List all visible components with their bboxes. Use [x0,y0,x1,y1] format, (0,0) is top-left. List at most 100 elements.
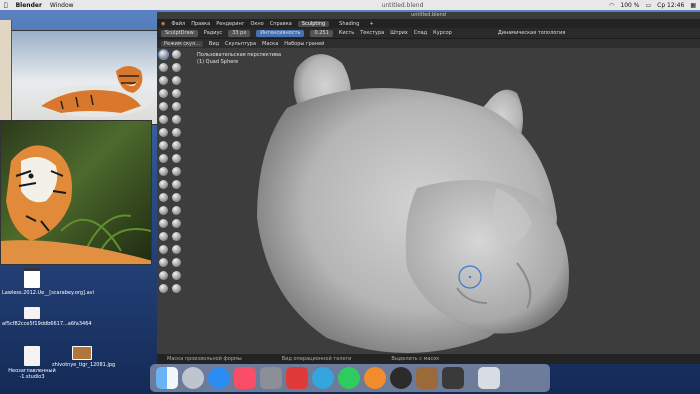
sculpt-menu[interactable]: Скульптура [225,41,256,47]
blender-icon[interactable] [364,367,386,389]
add-workspace-icon[interactable]: + [369,21,373,27]
draw-sharp-icon[interactable] [172,50,181,59]
fill-icon[interactable] [172,115,181,124]
desktop-icon-label: Неозаглавленный -1.studio3 [8,368,56,380]
layer-icon[interactable] [172,76,181,85]
box-trim-icon[interactable] [172,245,181,254]
menu-file[interactable]: Файл [171,21,185,27]
box-hide-icon[interactable] [172,232,181,241]
menu-window[interactable]: Окно [250,21,263,27]
scrape-icon[interactable] [159,128,168,137]
apple-icon[interactable]:  [4,2,8,9]
finder-icon[interactable] [156,367,178,389]
menu-edit[interactable]: Правка [191,21,210,27]
clay-strips-icon[interactable] [172,63,181,72]
face-sets-menu[interactable]: Наборы граней [284,41,324,47]
3d-viewport[interactable]: Пользовательская перспектива (1) Quad Sp… [157,48,700,354]
flatten-icon[interactable] [159,115,168,124]
desktop-icon-video[interactable]: Lawless.2012.Ue__[scarabey.org].avi [2,268,94,296]
crease-icon[interactable] [159,102,168,111]
nudge-icon[interactable] [159,180,168,189]
clay-icon[interactable] [159,63,168,72]
menu-app-name[interactable]: Blender [16,2,42,9]
blender-logo-icon[interactable]: ◉ [161,21,165,27]
view-menu[interactable]: Вид [209,41,219,47]
elastic-deform-icon[interactable] [159,154,168,163]
pinch-icon[interactable] [159,141,168,150]
tab-sculpting[interactable]: Sculpting [297,20,330,27]
mesh-filter-icon[interactable] [172,258,181,267]
whatsapp-icon[interactable] [338,367,360,389]
battery-text[interactable]: 100 % [620,2,639,9]
falloff-menu[interactable]: Спад [414,30,427,36]
blender-menu-bar: ◉ Файл Правка Рендеринг Окно Справка Scu… [157,19,700,28]
smooth-icon[interactable] [172,102,181,111]
rotate-icon[interactable] [172,180,181,189]
clay-thumb-icon[interactable] [159,76,168,85]
mask-icon[interactable] [159,219,168,228]
dynamic-topology-toggle[interactable]: Динамическая топология [498,30,565,36]
blender-title: untitled.blend [157,12,700,19]
cloth-icon[interactable] [159,206,168,215]
line-project-icon[interactable] [159,258,168,267]
launchpad-icon[interactable] [182,367,204,389]
clock[interactable]: Ср 12:46 [657,2,684,9]
draw-face-sets-icon[interactable] [172,219,181,228]
pixelmator-icon[interactable] [390,367,412,389]
music-icon[interactable] [234,367,256,389]
telegram-icon[interactable] [312,367,334,389]
tiger-photo-1[interactable] [0,30,160,125]
menu-render[interactable]: Рендеринг [216,21,244,27]
sculpt-mesh[interactable] [157,48,700,354]
flag-icon[interactable]: ▦ [690,2,696,9]
multiplane-scrape-icon[interactable] [172,128,181,137]
inflate-icon[interactable] [159,89,168,98]
trash-icon[interactable] [478,367,500,389]
strength-label[interactable]: Интенсивность [256,29,305,37]
texture-menu[interactable]: Текстура [360,30,384,36]
radius-field[interactable]: 33 px [228,29,251,37]
move-icon[interactable] [159,271,168,280]
strength-field[interactable]: 0.251 [310,29,333,37]
mode-selector[interactable]: Режим скул... [161,40,203,47]
pose-icon[interactable] [172,167,181,176]
tiger-photo-2[interactable] [0,120,152,265]
desktop-icon-file[interactable]: af5cf82cce5f19ddb6617...a6fa3464 [2,307,92,327]
box-mask-icon[interactable] [159,232,168,241]
menu-bar:  Blender Window untitled.blend ◠ 100 % … [0,0,700,10]
wifi-icon[interactable]: ◠ [609,2,614,9]
transform-icon[interactable] [172,271,181,280]
window-title: untitled.blend [377,1,424,9]
menu-window[interactable]: Window [50,2,74,9]
snake-hook-icon[interactable] [172,154,181,163]
slide-relax-icon[interactable] [159,193,168,202]
brush-selector[interactable]: SculptDraw [161,29,198,37]
preview-icon[interactable] [416,367,438,389]
affinity-icon[interactable] [286,367,308,389]
brush-menu[interactable]: Кисть [339,30,354,36]
video-file-icon [24,268,40,288]
battery-icon[interactable]: ▭ [645,2,651,9]
safari-icon[interactable] [208,367,230,389]
status-hint-3: Выделить с масок [391,356,440,362]
screenshot-icon[interactable] [442,367,464,389]
system-preferences-icon[interactable] [260,367,282,389]
stroke-menu[interactable]: Штрих [390,30,408,36]
tab-shading[interactable]: Shading [335,21,363,27]
blob-icon[interactable] [172,89,181,98]
status-hint-1: Маска произвольной формы [167,356,242,362]
cursor-menu[interactable]: Курсор [433,30,452,36]
thumb-icon[interactable] [159,167,168,176]
box-face-set-icon[interactable] [159,245,168,254]
annotate-icon[interactable] [172,284,181,293]
boundary-icon[interactable] [172,193,181,202]
grab-icon[interactable] [172,141,181,150]
menu-help[interactable]: Справка [270,21,292,27]
draw-brush-icon[interactable] [158,49,169,60]
simplify-icon[interactable] [172,206,181,215]
status-bar: Маска произвольной формы Вид операционно… [157,354,700,364]
scale-icon[interactable] [159,284,168,293]
viewport-header: Режим скул... Вид Скульптура Маска Набор… [157,39,700,48]
desktop-icon-image[interactable]: zhivotnye_tigr_12081.jpg [52,346,115,368]
mask-menu[interactable]: Маска [262,41,278,47]
